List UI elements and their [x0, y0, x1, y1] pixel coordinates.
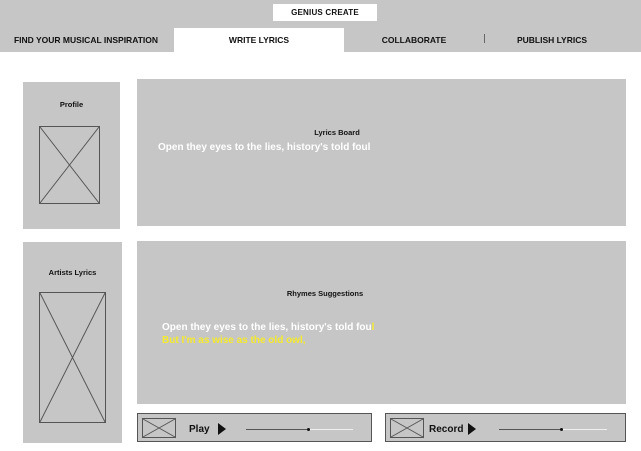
- profile-image-placeholder[interactable]: [39, 126, 100, 204]
- play-thumbnail-placeholder: [142, 418, 176, 438]
- rhymes-suggestions-title: Rhymes Suggestions: [286, 289, 364, 298]
- artists-lyrics-title: Artists Lyrics: [48, 268, 97, 277]
- rhyme-suggestion-line-2[interactable]: But I'm as wise as the old owl,: [162, 335, 306, 346]
- lyrics-board-line[interactable]: Open they eyes to the lies, history's to…: [158, 142, 370, 153]
- record-label[interactable]: Record: [429, 424, 463, 435]
- lyrics-board-title: Lyrics Board: [314, 128, 360, 137]
- play-slider-knob[interactable]: [307, 428, 310, 431]
- rhyme-suggestion-line-1[interactable]: Open they eyes to the lies, history's to…: [162, 322, 374, 333]
- rhyme-line-1-text: Open they eyes to the lies, history's to…: [162, 322, 372, 333]
- tab-write-lyrics[interactable]: WRITE LYRICS: [174, 28, 344, 52]
- artists-image-placeholder[interactable]: [39, 292, 106, 423]
- play-icon[interactable]: [218, 423, 226, 435]
- rhyme-line-1-highlight: l: [371, 322, 375, 333]
- play-slider-filled[interactable]: [246, 429, 308, 430]
- record-slider-remaining[interactable]: [561, 429, 607, 430]
- play-label[interactable]: Play: [189, 424, 210, 435]
- play-slider-remaining[interactable]: [308, 429, 353, 430]
- record-slider-filled[interactable]: [499, 429, 561, 430]
- record-thumbnail-placeholder: [390, 418, 424, 438]
- image-placeholder-icon: [143, 419, 175, 437]
- tab-collaborate[interactable]: COLLABORATE: [344, 28, 484, 52]
- image-placeholder-icon: [391, 419, 423, 437]
- image-placeholder-icon: [40, 127, 99, 203]
- record-play-icon[interactable]: [468, 423, 476, 435]
- app-title: GENIUS CREATE: [273, 4, 377, 21]
- record-slider-knob[interactable]: [560, 428, 563, 431]
- tab-find-inspiration[interactable]: FIND YOUR MUSICAL INSPIRATION: [0, 28, 172, 52]
- profile-title: Profile: [59, 100, 84, 109]
- tab-publish-lyrics[interactable]: PUBLISH LYRICS: [485, 28, 619, 52]
- image-placeholder-icon: [40, 293, 105, 422]
